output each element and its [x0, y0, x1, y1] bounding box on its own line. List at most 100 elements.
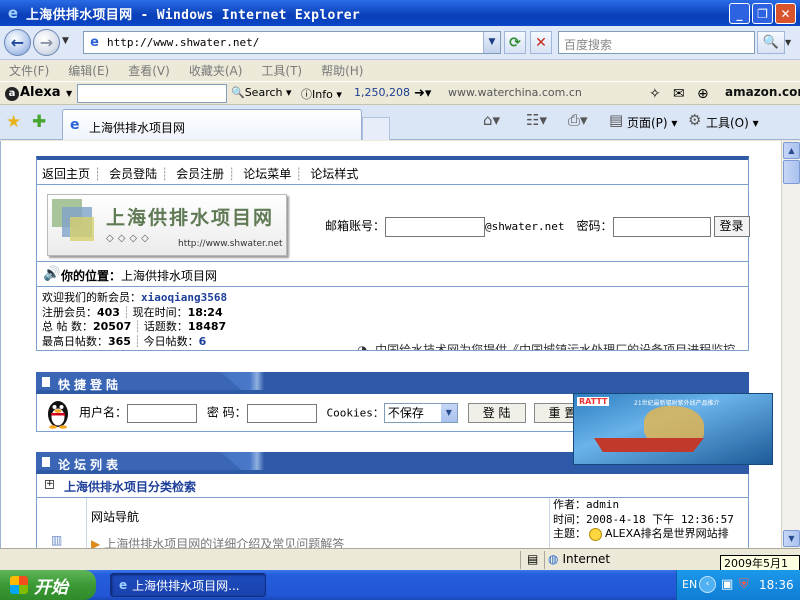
shield-icon[interactable]: ⛨: [739, 577, 749, 592]
board-last-post: 作者：admin 时间：2008-4-18 下午 12:36:57 主题： ALE…: [549, 498, 749, 548]
alexa-rank[interactable]: 1,250,208: [354, 86, 410, 99]
scroll-up-button[interactable]: ▲: [783, 142, 800, 159]
tray-expand-icon[interactable]: ‹: [699, 576, 716, 593]
ie-task-icon: e: [119, 578, 128, 592]
add-favorite-icon[interactable]: ✚: [32, 112, 46, 132]
cookies-select[interactable]: 不保存 ▼: [383, 403, 458, 423]
alexa-search-button[interactable]: 🔍Search ▾: [231, 86, 292, 99]
zone-indicator[interactable]: ◍ Internet: [548, 552, 610, 566]
author-link[interactable]: admin: [586, 498, 619, 511]
menu-file[interactable]: 文件(F): [9, 62, 49, 79]
menu-tools[interactable]: 工具(T): [261, 62, 302, 79]
system-tray: EN ‹ ▣ ⛨ 18:36: [676, 570, 800, 600]
nav-forum-menu-link[interactable]: 论坛菜单: [243, 167, 291, 181]
feeds-icon[interactable]: ☷▾: [526, 111, 547, 129]
stop-button[interactable]: ✕: [530, 31, 552, 54]
logo-diamonds: ◇◇◇◇: [106, 233, 153, 244]
address-dropdown-icon[interactable]: ▼: [483, 32, 500, 53]
address-bar[interactable]: e http://www.shwater.net/ ▼: [83, 31, 501, 54]
menu-help[interactable]: 帮助(H): [321, 62, 363, 79]
breadcrumb: 🔊 你的位置：上海供排水项目网: [36, 261, 749, 287]
nav-login-link[interactable]: 会员登陆: [109, 167, 157, 181]
nav-register-link[interactable]: 会员注册: [176, 167, 224, 181]
alexa-site-url[interactable]: www.waterchina.com.cn: [448, 86, 582, 99]
quick-login-button[interactable]: 登 陆: [467, 403, 526, 423]
home-icon[interactable]: ⌂▾: [483, 111, 500, 129]
new-tab-button[interactable]: [362, 117, 390, 140]
favorites-star-icon[interactable]: ★: [6, 112, 21, 132]
scroll-down-button[interactable]: ▼: [783, 530, 800, 547]
tab-bar: ★ ✚ e 上海供排水项目网 ⌂▾ ☷▾ ⎙▾ ▤ 页面(P) ▾ ⚙ 工具(O…: [0, 105, 800, 140]
language-indicator[interactable]: EN: [682, 578, 697, 591]
refresh-button[interactable]: ⟳: [504, 31, 526, 54]
password-field[interactable]: [612, 216, 711, 237]
quick-password-label: 密 码：: [206, 405, 247, 420]
search-input[interactable]: 百度搜索: [558, 31, 755, 54]
login-button[interactable]: 登录: [713, 216, 750, 237]
window-title: 上海供排水项目网 - Windows Internet Explorer: [26, 7, 360, 23]
menu-favorites[interactable]: 收藏夹(A): [189, 62, 243, 79]
category-link[interactable]: 上海供排水项目分类检索: [64, 478, 196, 495]
tools-gear-icon: ⚙: [688, 111, 702, 129]
restore-button[interactable]: ❐: [752, 3, 773, 24]
tab-label: 上海供排水项目网: [89, 121, 186, 135]
tab-active[interactable]: e 上海供排水项目网: [62, 109, 362, 140]
quick-password-field[interactable]: [246, 403, 317, 423]
floating-ad-banner[interactable]: RATTT 21世纪最新辐射紫外线产品推介: [573, 393, 773, 465]
news-marquee[interactable]: ◕ 中国给水技术网为您提供《中国城镇污水处理厂的设备项目进程监控: [357, 341, 735, 350]
topics-count: 18487: [187, 320, 227, 333]
nav-forum-style-link[interactable]: 论坛样式: [310, 167, 358, 181]
menu-view[interactable]: 查看(V): [128, 62, 170, 79]
location-link[interactable]: 上海供排水项目网: [121, 269, 217, 283]
post-time-label: 时间：: [553, 512, 586, 526]
alexa-redirect-icon[interactable]: ➜▾: [414, 86, 431, 101]
alexa-tool-icon-1[interactable]: ✧: [649, 86, 661, 102]
taskbar-ie-window[interactable]: e 上海供排水项目网...: [110, 573, 266, 597]
page-menu-button[interactable]: 页面(P) ▾: [627, 114, 677, 131]
url-text[interactable]: http://www.shwater.net/: [107, 36, 259, 49]
alexa-dropdown-icon[interactable]: ▼: [66, 89, 72, 98]
scroll-thumb[interactable]: [783, 160, 800, 184]
start-label: 开始: [34, 577, 68, 598]
menu-edit[interactable]: 编辑(E): [68, 62, 109, 79]
taskbar-item-label: 上海供排水项目网...: [132, 578, 240, 593]
speaker-icon: 🔊: [43, 266, 61, 282]
alexa-tool-icon-3[interactable]: ⊕: [697, 86, 709, 102]
expand-icon[interactable]: +: [45, 480, 54, 489]
amazon-link[interactable]: amazon.com⌣: [725, 85, 800, 100]
board-name-link[interactable]: 网站导航: [91, 508, 139, 525]
minimize-button[interactable]: _: [729, 3, 750, 24]
topic-link[interactable]: ALEXA排名是世界网站排: [605, 527, 729, 540]
qq-penguin-icon: [48, 401, 68, 429]
new-member-link[interactable]: xiaoqiang3568: [141, 291, 227, 304]
max-posts-count: 365: [108, 334, 131, 348]
alexa-logo[interactable]: a Alexa: [5, 85, 61, 101]
forward-button[interactable]: →: [33, 29, 60, 56]
forum-stats: 欢迎我们的新会员：xiaoqiang3568 注册会员：403 ┊ 现在时间：18:…: [36, 287, 749, 351]
network-icon[interactable]: ▣: [721, 577, 733, 592]
max-posts-label: 最高日帖数：: [42, 334, 108, 348]
arrow-right-icon: ▶: [91, 537, 101, 548]
history-dropdown-icon[interactable]: ▼: [62, 36, 69, 46]
nav-home-link[interactable]: 返回主页: [42, 167, 90, 181]
search-go-button[interactable]: 🔍: [757, 31, 785, 54]
print-icon[interactable]: ⎙▾: [568, 111, 588, 129]
alexa-tool-icon-2[interactable]: ✉: [673, 86, 685, 102]
username-field[interactable]: [127, 403, 198, 423]
alexa-info-button[interactable]: ⓘInfo ▾: [301, 86, 342, 102]
vertical-scrollbar[interactable]: ▲ ▼: [781, 141, 800, 548]
alexa-search-input[interactable]: [77, 84, 227, 103]
ad-ship-graphic: [594, 438, 704, 452]
members-count: 403: [97, 305, 120, 319]
close-button[interactable]: ✕: [775, 3, 796, 24]
site-logo[interactable]: 上海供排水项目网 ◇◇◇◇ http://www.shwater.net: [47, 194, 287, 256]
clock[interactable]: 18:36: [759, 578, 794, 592]
search-options-icon[interactable]: ▼: [785, 38, 791, 47]
email-field[interactable]: [385, 216, 486, 237]
info-icon: ⓘ: [301, 88, 312, 101]
window-titlebar[interactable]: e 上海供排水项目网 - Windows Internet Explorer _…: [0, 0, 800, 26]
alexa-toolbar: a Alexa ▼ 🔍Search ▾ ⓘInfo ▾ 1,250,208 ➜▾ …: [0, 81, 800, 105]
tools-menu-button[interactable]: 工具(O) ▾: [706, 114, 759, 131]
start-button[interactable]: 开始: [0, 570, 96, 600]
back-button[interactable]: ←: [4, 29, 31, 56]
